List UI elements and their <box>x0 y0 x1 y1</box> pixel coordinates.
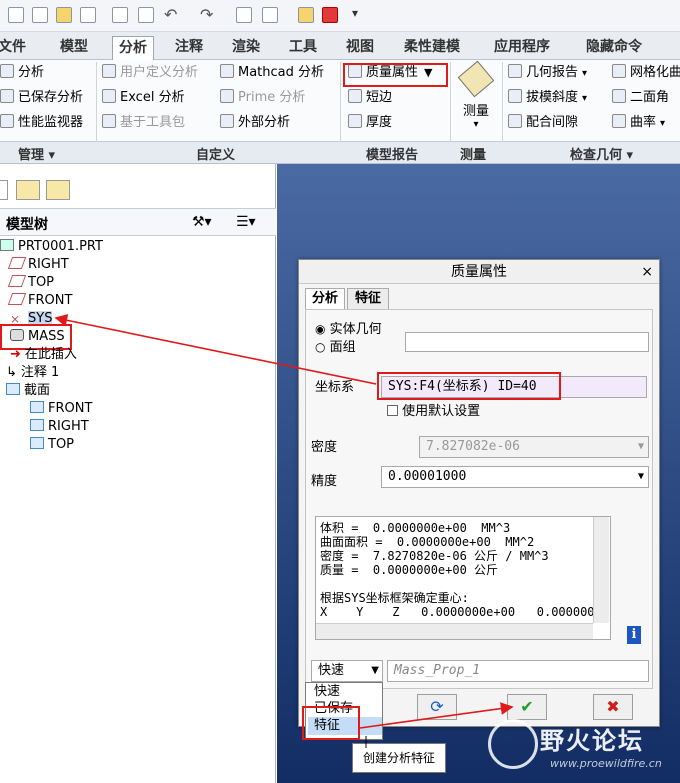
watermark: 野火论坛 www.proewildfire.cn <box>480 713 680 783</box>
annotation-arrows <box>54 313 514 748</box>
watermark-url: www.proewildfire.cn <box>550 757 662 770</box>
logo-icon <box>488 719 538 769</box>
arrow-csys-to-sys <box>54 313 377 385</box>
watermark-title: 野火论坛 <box>540 727 644 755</box>
